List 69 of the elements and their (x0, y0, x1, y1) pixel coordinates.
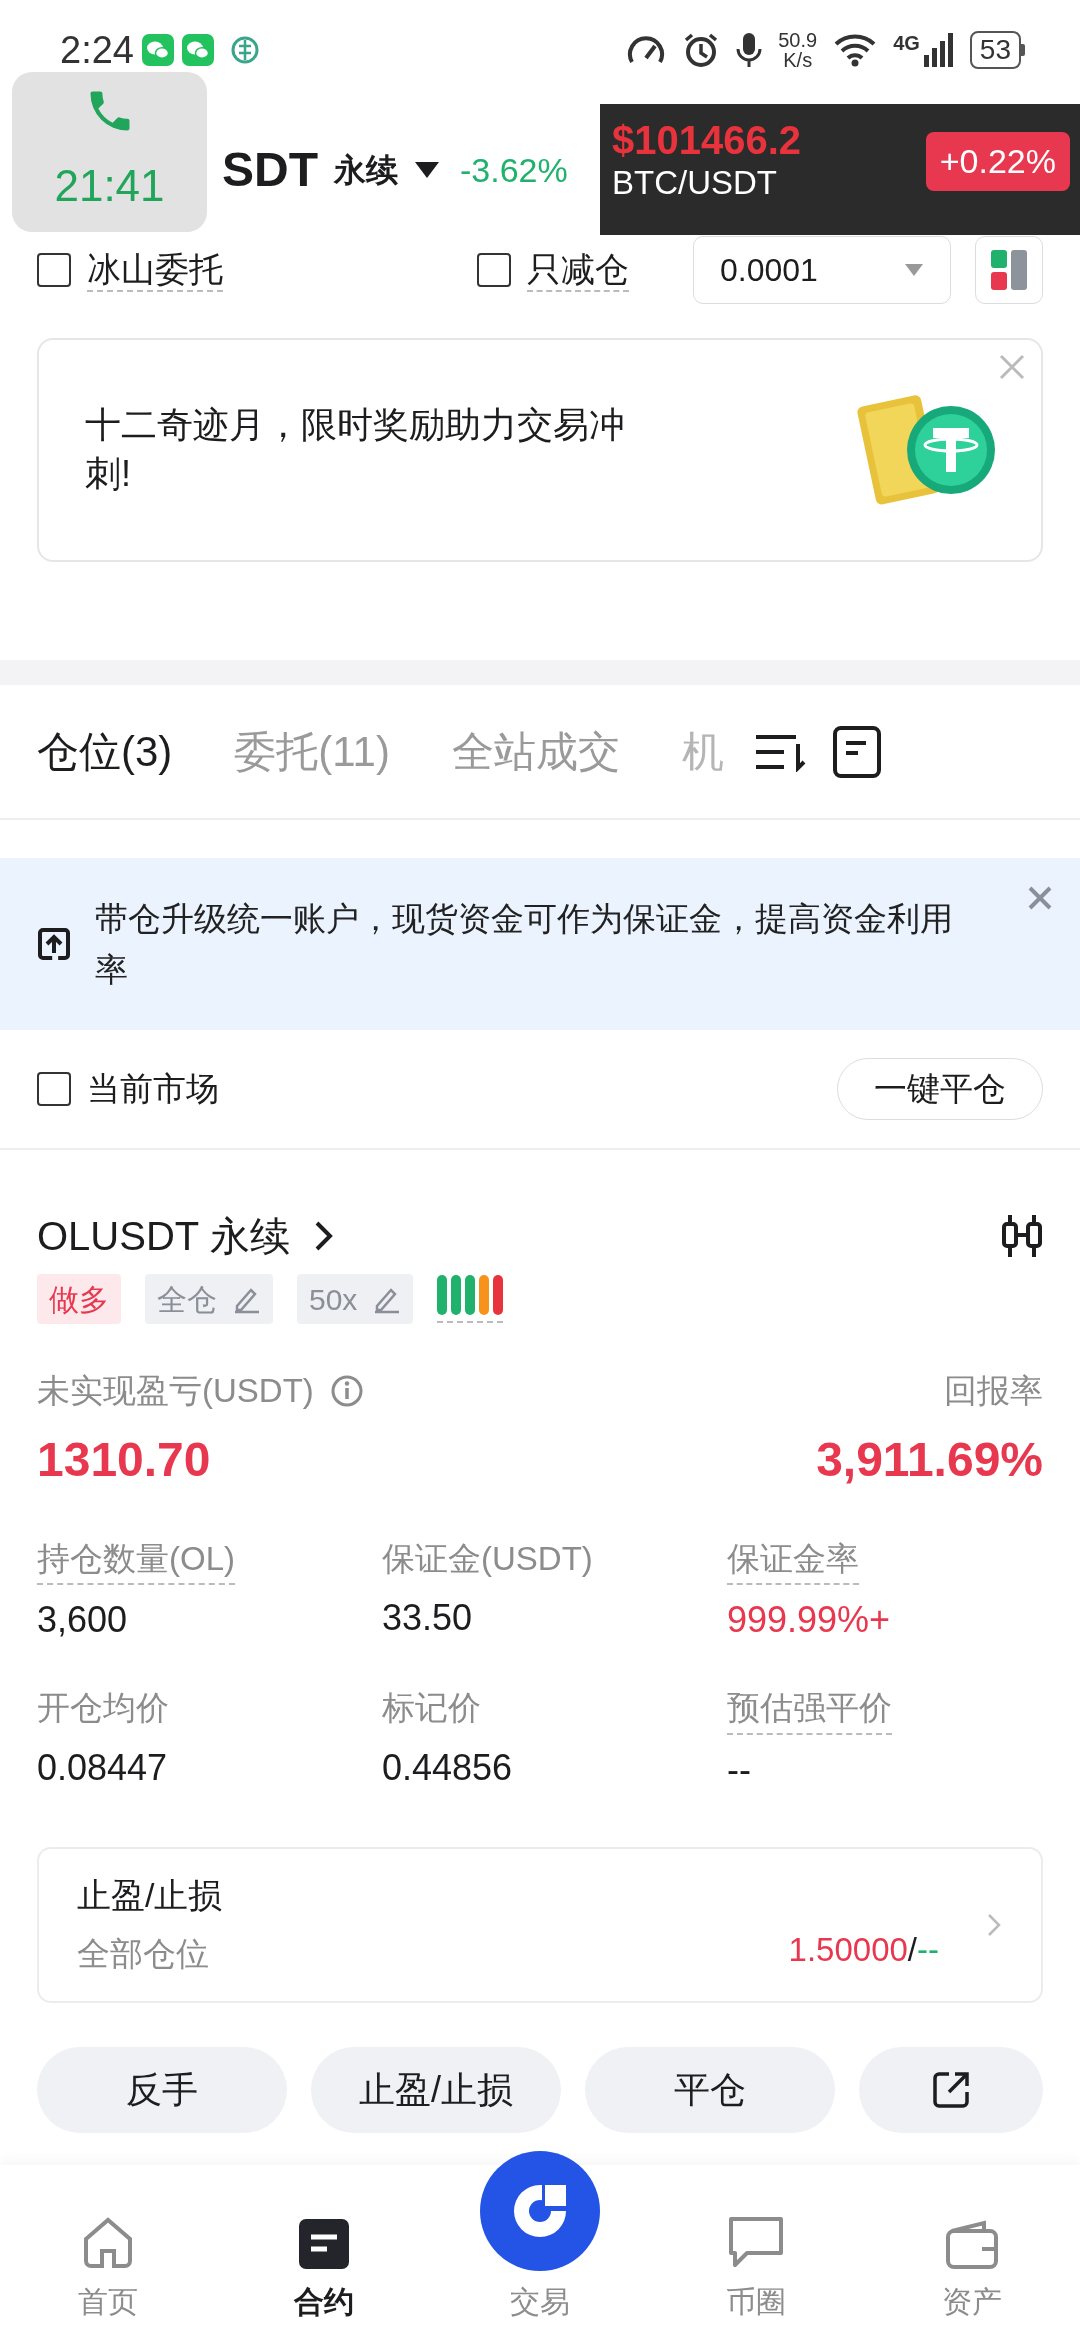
tpsl-scope: 全部仓位 (77, 1934, 210, 1975)
promo-card[interactable]: 十二奇迹月，限时奖励助力交易冲刺! (37, 338, 1043, 562)
dropdown-icon[interactable] (414, 160, 440, 180)
network-speed: 50.9 (778, 30, 818, 50)
action-button[interactable]: 平仓 (585, 2046, 835, 2133)
popup-pair: BTC/USDT (612, 163, 778, 203)
option-label[interactable]: 冰山委托 (87, 247, 223, 293)
side-tag: 做多 (37, 1274, 121, 1324)
price-popup[interactable]: $101466.2 BTC/USDT +0.22% (600, 104, 1080, 235)
clock-time: 2:24 (60, 27, 134, 73)
stat-value: 999.99%+ (727, 1598, 891, 1642)
chevron-icon[interactable] (313, 1220, 334, 1252)
pnl-value: 1310.70 (37, 1431, 211, 1488)
checkbox[interactable] (37, 1072, 71, 1106)
chevron-icon (987, 1912, 1001, 1937)
price-change: -3.62% (460, 149, 568, 191)
stat-label: 开仓均价 (37, 1688, 169, 1728)
stat-value: 3,600 (37, 1598, 128, 1642)
promo-text: 十二奇迹月，限时奖励助力交易冲刺! (85, 403, 626, 496)
contract-symbol[interactable]: SDT (222, 134, 318, 206)
close-icon[interactable] (1028, 886, 1052, 910)
pnl-label: 未实现盈亏(USDT) (37, 1371, 314, 1411)
notice-text: 带仓升级统一账户，现货资金可作为保证金，提高资金利用率 (95, 898, 954, 990)
stat-label: 保证金(USDT) (382, 1538, 593, 1579)
stat-value: 0.08447 (37, 1745, 168, 1790)
upgrade-icon (37, 927, 71, 961)
stat-value: -- (727, 1747, 751, 1792)
popup-change: +0.22% (925, 132, 1070, 191)
tab[interactable]: 仓位(3) (37, 720, 173, 783)
position-symbol[interactable]: OLUSDT 永续 (37, 1206, 290, 1266)
candlestick-icon[interactable] (1001, 1213, 1043, 1259)
close-all-button[interactable]: 一键平仓 (837, 1058, 1043, 1120)
stat-label: 标记价 (382, 1688, 481, 1728)
info-icon[interactable] (329, 1373, 364, 1408)
stat-value: 0.44856 (382, 1745, 513, 1790)
filter-label[interactable]: 当前市场 (87, 1064, 219, 1114)
risk-meter[interactable] (437, 1275, 504, 1323)
nav-item[interactable]: 合约 (216, 2217, 432, 2324)
signal-icon (923, 33, 954, 67)
option-label[interactable]: 只减仓 (527, 247, 629, 293)
contract-icon (297, 2217, 351, 2271)
checkbox[interactable] (477, 253, 511, 287)
quantity-select[interactable]: 0.0001 (693, 236, 951, 304)
notice-banner[interactable]: 带仓升级统一账户，现货资金可作为保证金，提高资金利用率 (0, 858, 1080, 1030)
chat-app-icon (141, 34, 174, 66)
roe-label: 回报率 (944, 1371, 1043, 1411)
roe-value: 3,911.69% (816, 1431, 1043, 1488)
wifi-icon (833, 33, 878, 67)
network-type: 4G (893, 33, 920, 53)
contract-type[interactable]: 永续 (334, 146, 398, 194)
layout-icon[interactable] (975, 236, 1043, 304)
call-duration: 21:41 (54, 160, 165, 212)
chat-app-icon (181, 34, 214, 66)
tpsl-values: 1.50000/-- (788, 1929, 939, 1970)
wallet-icon (944, 2219, 1000, 2271)
action-button[interactable]: 止盈/止损 (311, 2046, 561, 2133)
share-icon (931, 2069, 971, 2110)
bank-app-icon (229, 35, 260, 65)
document-icon[interactable] (831, 724, 882, 779)
caret-icon (904, 263, 924, 277)
microphone-icon (736, 31, 763, 69)
action-button[interactable]: 反手 (37, 2046, 287, 2133)
tpsl-title: 止盈/止损 (77, 1875, 223, 1917)
speed-unit: K/s (783, 50, 813, 70)
popup-price: $101466.2 (612, 118, 802, 162)
checkbox[interactable] (37, 253, 71, 287)
tpsl-card[interactable]: 止盈/止损 全部仓位 1.50000/-- (37, 1846, 1043, 2003)
battery-level: 53 (969, 31, 1021, 69)
stat-value: 33.50 (382, 1596, 473, 1640)
